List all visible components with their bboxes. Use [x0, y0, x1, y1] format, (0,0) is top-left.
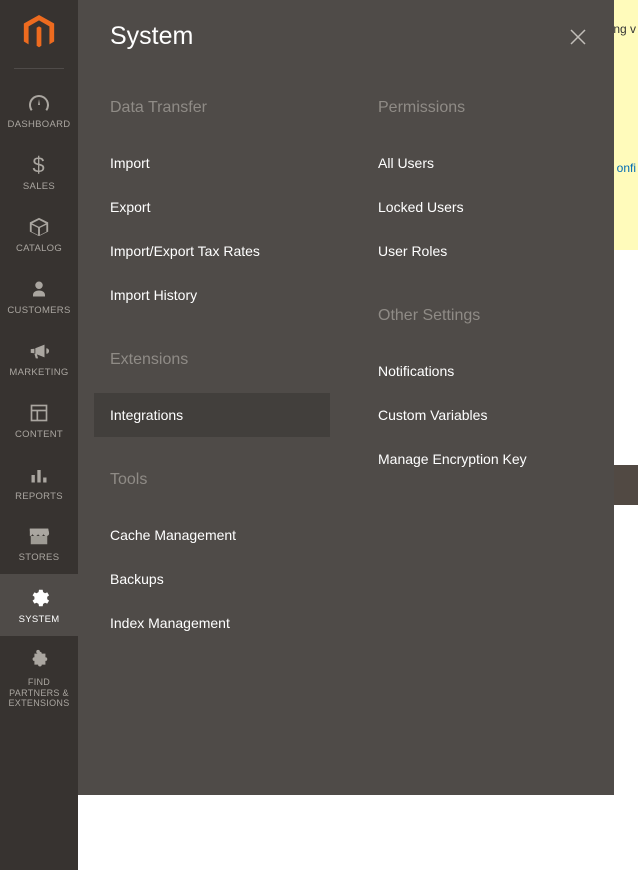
svg-text:$: $ [32, 153, 44, 177]
flyout-body: Data Transfer Import Export Import/Expor… [78, 51, 614, 645]
menu-import-history[interactable]: Import History [94, 273, 330, 317]
puzzle-icon [27, 648, 51, 672]
menu-all-users[interactable]: All Users [362, 141, 598, 185]
gear-icon [27, 586, 51, 610]
flyout-header: System [78, 0, 614, 51]
menu-user-roles[interactable]: User Roles [362, 229, 598, 273]
sidebar-divider [14, 68, 64, 69]
megaphone-icon [27, 339, 51, 363]
magento-logo-icon [21, 15, 57, 51]
sidebar-item-system[interactable]: SYSTEM [0, 574, 78, 636]
menu-index-management[interactable]: Index Management [94, 601, 330, 645]
sidebar-item-reports[interactable]: REPORTS [0, 451, 78, 513]
banner-text-fragment: ng v [613, 22, 636, 36]
menu-notifications[interactable]: Notifications [362, 349, 598, 393]
menu-cache-management[interactable]: Cache Management [94, 513, 330, 557]
box-icon [27, 215, 51, 239]
flyout-right-column: Permissions All Users Locked Users User … [346, 99, 614, 645]
menu-import-export-tax[interactable]: Import/Export Tax Rates [94, 229, 330, 273]
menu-export[interactable]: Export [94, 185, 330, 229]
menu-import[interactable]: Import [94, 141, 330, 185]
sidebar-item-marketing[interactable]: MARKETING [0, 327, 78, 389]
sidebar-item-catalog[interactable]: CATALOG [0, 203, 78, 265]
section-header-data-transfer: Data Transfer [110, 99, 330, 117]
flyout-left-column: Data Transfer Import Export Import/Expor… [78, 99, 346, 645]
layout-icon [27, 401, 51, 425]
section-header-other-settings: Other Settings [378, 307, 598, 325]
dollar-icon: $ [27, 153, 51, 177]
sidebar-label: SALES [21, 182, 57, 193]
system-flyout: System Data Transfer Import Export Impor… [78, 0, 614, 795]
sidebar-label: CUSTOMERS [5, 306, 72, 317]
sidebar-item-customers[interactable]: CUSTOMERS [0, 265, 78, 327]
sidebar-label: CONTENT [13, 430, 65, 441]
flyout-title: System [110, 22, 193, 51]
sidebar-label: DASHBOARD [6, 120, 73, 131]
sidebar-label: MARKETING [7, 368, 70, 379]
magento-logo[interactable] [20, 14, 58, 52]
menu-integrations[interactable]: Integrations [94, 393, 330, 437]
sidebar-label: CATALOG [14, 244, 64, 255]
sidebar-label: STORES [17, 553, 62, 564]
section-header-extensions: Extensions [110, 351, 330, 369]
menu-custom-variables[interactable]: Custom Variables [362, 393, 598, 437]
table-header-fragment [614, 465, 638, 505]
bars-icon [27, 463, 51, 487]
person-icon [27, 277, 51, 301]
close-icon[interactable] [568, 27, 588, 47]
sidebar-item-dashboard[interactable]: DASHBOARD [0, 79, 78, 141]
admin-sidebar: DASHBOARD $ SALES CATALOG CUSTOMERS MARK… [0, 0, 78, 870]
section-header-permissions: Permissions [378, 99, 598, 117]
menu-locked-users[interactable]: Locked Users [362, 185, 598, 229]
section-header-tools: Tools [110, 471, 330, 489]
sidebar-label: SYSTEM [17, 615, 62, 626]
store-icon [27, 524, 51, 548]
sidebar-item-partners[interactable]: FIND PARTNERS & EXTENSIONS [0, 636, 78, 718]
sidebar-item-content[interactable]: CONTENT [0, 389, 78, 451]
menu-encryption-key[interactable]: Manage Encryption Key [362, 437, 598, 481]
sidebar-item-sales[interactable]: $ SALES [0, 141, 78, 203]
config-link-fragment[interactable]: onfi [617, 161, 636, 175]
sidebar-item-stores[interactable]: STORES [0, 512, 78, 574]
gauge-icon [27, 91, 51, 115]
menu-backups[interactable]: Backups [94, 557, 330, 601]
sidebar-label: REPORTS [13, 492, 65, 503]
sidebar-label: FIND PARTNERS & EXTENSIONS [0, 677, 78, 708]
